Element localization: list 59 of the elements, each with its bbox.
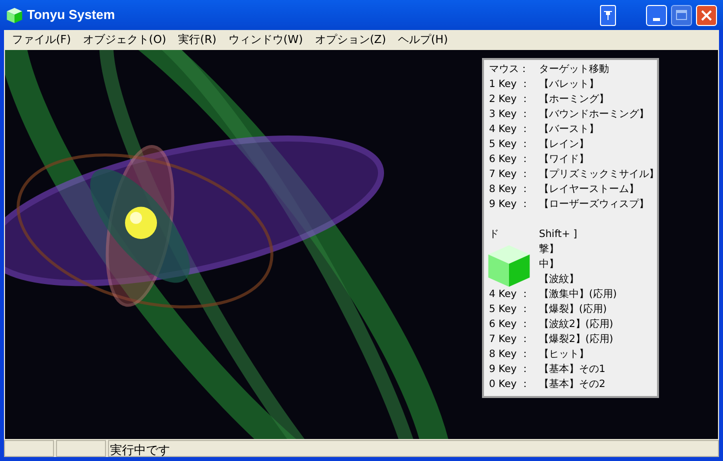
action-label: 【バースト】 [539, 122, 599, 137]
action-label: 【レイン】 [539, 138, 589, 152]
status-message: 実行中です [110, 442, 170, 456]
menu-item[interactable]: オプション(Z) [308, 31, 392, 49]
action-label: 【基本】その2 [539, 378, 606, 392]
action-label: 【波紋2】(応用) [539, 318, 614, 332]
maximize-button[interactable] [671, 4, 692, 26]
action-label: 【バレット】 [539, 78, 599, 92]
key-label: 1 Key ： [489, 78, 530, 92]
status-pane [4, 440, 54, 457]
status-pane [56, 440, 106, 457]
action-label: 【レイヤーストーム】 [539, 182, 639, 197]
key-label: ド [489, 228, 499, 242]
action-label: 【バウンドホーミング】 [539, 108, 649, 122]
action-label: 撃】 [539, 242, 559, 257]
close-button[interactable] [696, 4, 717, 26]
key-label: 0 Key ： [489, 378, 530, 392]
menu-item[interactable]: ヘルプ(H) [392, 31, 454, 49]
action-label: 【爆裂】(応用) [539, 302, 607, 317]
action-label: ターゲット移動 [539, 63, 609, 77]
pin-icon [604, 10, 612, 20]
pin-button[interactable] [600, 4, 616, 26]
key-label: 8 Key ： [489, 348, 530, 362]
action-label: 【ホーミング】 [539, 92, 609, 107]
key-label: 2 Key ： [489, 93, 530, 107]
action-label: 【波紋】 [539, 272, 579, 287]
app-cube-icon [6, 6, 23, 24]
key-label: マウス： [489, 63, 529, 77]
minimize-icon [653, 18, 660, 20]
maximize-icon [676, 10, 687, 20]
action-label: 中】 [539, 258, 559, 272]
menu-item[interactable]: ファイル(F) [6, 31, 77, 49]
key-label: 4 Key ： [489, 123, 530, 137]
action-label: 【ヒット】 [539, 348, 589, 362]
menu-item[interactable]: オブジェクト(O) [76, 31, 172, 49]
action-label: 【ワイド】 [539, 152, 589, 167]
action-label: 【基本】その1 [539, 362, 606, 377]
key-label: 9 Key ： [489, 198, 530, 212]
key-label: 5 Key ： [489, 138, 530, 152]
key-label: 6 Key ： [489, 153, 530, 167]
key-label: 9 Key ： [489, 363, 530, 377]
cube-icon [486, 243, 532, 289]
menu-item[interactable]: ウィンドウ(W) [222, 31, 309, 49]
action-label: 【爆裂2】(応用) [539, 332, 614, 347]
key-label: 5 Key ： [489, 303, 530, 317]
action-label: 【ローザーズウィスプ】 [539, 198, 649, 212]
action-label: Shift+ ] [539, 228, 578, 242]
window-title: Tonyu System [27, 6, 115, 24]
key-label: 6 Key ： [489, 318, 530, 332]
minimize-button[interactable] [646, 4, 667, 26]
action-label: 【激集中】(応用) [539, 288, 617, 302]
key-label: 8 Key ： [489, 183, 530, 197]
key-label: 7 Key ： [489, 333, 530, 347]
action-label: 【プリズミックミサイル】 [539, 168, 659, 182]
key-label: 3 Key ： [489, 108, 530, 122]
key-label: 7 Key ： [489, 168, 530, 182]
key-label: 4 Key ： [489, 288, 530, 302]
menu-item[interactable]: 実行(R) [172, 31, 222, 49]
close-icon [701, 10, 712, 20]
